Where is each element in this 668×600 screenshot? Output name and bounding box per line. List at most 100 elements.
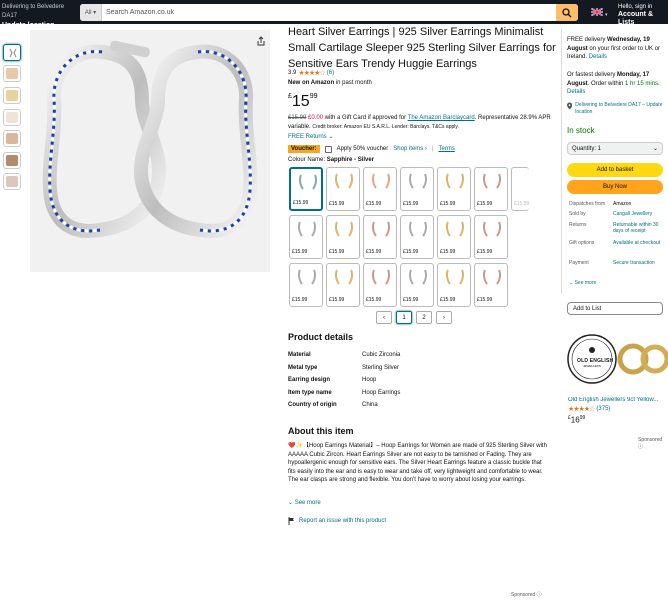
voucher-terms-link[interactable]: Terms [439,146,455,152]
thumbnail-7[interactable] [3,173,21,190]
thumbnail-3[interactable] [3,87,21,104]
swatch-9[interactable]: £15.99 [326,215,360,259]
details-row: Country of origin China [288,399,548,412]
gift-options-link[interactable]: Available at checkout [613,240,667,260]
earring-swatch-icon [482,221,502,237]
swatch-sapphire-silver[interactable]: £15.99 [289,167,323,211]
delivery-details-link[interactable]: Details [589,54,607,60]
report-issue-link[interactable]: Report an issue with this product [288,517,386,525]
delivery-location-link[interactable]: Delivering to Belvedere DA17 – Update lo… [567,102,667,116]
swatch-16[interactable]: £15.99 [363,263,397,307]
add-to-basket-button[interactable]: Add to basket [567,163,663,177]
free-returns-link[interactable]: FREE Returns ⌄ [288,133,333,140]
info-row: Returns Returnable within 30 days of rece… [569,222,667,240]
swatch-7-partial[interactable]: £15.99 [511,167,529,211]
location-label: Delivering to Belvedere DA17 – Update lo… [575,102,663,115]
swatch-6[interactable]: £15.99 [474,167,508,211]
earring-swatch-icon [334,269,354,285]
ad-price-fraction: 99 [579,415,586,421]
ad-price: £1699 [568,415,585,425]
chevron-right-icon: › [443,314,445,321]
swatch-pager: ‹ 1 2 › [376,311,452,324]
share-button[interactable] [256,36,266,46]
fast-prefix: Or fastest delivery [567,72,616,78]
sponsored-text: Sponsored [638,437,663,443]
earring-swatch-icon [445,269,465,285]
swatch-14[interactable]: £15.99 [289,263,323,307]
colour-name: Colour Name: Sapphire - Silver [288,157,374,163]
search-category-dropdown[interactable]: All ▾ [80,4,102,21]
swatch-17[interactable]: £15.99 [400,263,434,307]
swatch-price: £15.99 [440,201,456,207]
language-selector[interactable]: ▾ [590,7,609,18]
product-details-heading: Product details [288,332,354,342]
product-rating[interactable]: 3.9 ★★★★☆ (6) [288,69,334,77]
deliver-to-location[interactable]: Delivering to Belvedere DA17 Update loca… [2,3,76,30]
info-key: Sold by [569,211,586,217]
voucher-checkbox[interactable] [324,145,332,153]
voucher-row: Voucher: Apply 50% voucher Shop items › … [288,145,455,153]
buybox-info-table: Dispatches from Amazon Sold by Cangall Jew… [569,201,667,270]
swatch-13[interactable]: £15.99 [474,215,508,259]
swatch-19[interactable]: £15.99 [474,263,508,307]
swatch-price: £15.99 [440,297,456,303]
payment-link[interactable]: Secure transaction [613,260,667,270]
swatch-5[interactable]: £15.99 [437,167,471,211]
fast-mid: . Order within [587,80,624,87]
returns-link[interactable]: Returnable within 30 days of receipt [613,222,667,240]
rating-stars-icon[interactable]: ★★★★☆ [298,69,325,77]
swatch-3[interactable]: £15.99 [363,167,397,211]
search-button[interactable] [556,4,578,21]
barclaycard-promo: £15.99 £0.00 with a Gift Card if approve… [288,114,560,132]
swatch-price: £15.99 [329,249,345,255]
rating-count-link[interactable]: (6) [327,70,334,76]
swatch-2[interactable]: £15.99 [326,167,360,211]
swatch-price: £15.99 [366,249,382,255]
thumbnail-6[interactable] [3,152,21,169]
swatch-18[interactable]: £15.99 [437,263,471,307]
earring-swatch-icon [297,221,317,237]
barclaycard-link[interactable]: The Amazon Barclaycard [408,115,475,121]
sponsored-ad-image[interactable]: OLD ENGLISH JEWELLERS [565,324,668,394]
chevron-left-icon: ‹ [383,314,385,321]
buybox-see-more-link[interactable]: ⌄ See more [569,280,596,286]
footer-sponsored-label[interactable]: Sponsored ⓘ [511,591,542,598]
delivery-label: FREE delivery [567,37,606,43]
swatch-15[interactable]: £15.99 [326,263,360,307]
ad-sponsored-label[interactable]: Sponsored ⓘ [638,437,668,450]
search-input[interactable] [102,4,556,21]
voucher-shop-items-link[interactable]: Shop items › [393,146,427,152]
swatch-4[interactable]: £15.99 [400,167,434,211]
details-value: Cubic Zirconia [362,352,401,359]
details-key: Metal type [288,364,318,371]
pager-page-1[interactable]: 1 [396,311,412,324]
quantity-dropdown[interactable]: Quantity: 1 ⌄ [567,142,663,155]
swatch-10[interactable]: £15.99 [363,215,397,259]
main-product-image[interactable] [30,30,270,272]
fast-details-link[interactable]: Details [567,89,585,95]
add-to-list-button[interactable]: Add to List [567,302,663,315]
ad-title-link[interactable]: Old English Jewellers 9ct Yellow... [568,397,668,403]
thumbnail-5[interactable] [3,130,21,147]
thumbnail-1[interactable] [3,44,21,61]
swatch-12[interactable]: £15.99 [437,215,471,259]
thumbnail-4[interactable] [3,109,21,126]
swatch-8[interactable]: £15.99 [289,215,323,259]
account-menu[interactable]: Hello, sign in Account & Lists [618,3,668,27]
earring-swatch-icon [371,269,391,285]
about-see-more-link[interactable]: ⌄ See more [288,499,321,506]
earring-thumb-icon [9,48,17,58]
ad-rating[interactable]: ★★★★☆ (375) [568,405,610,413]
pager-page-2[interactable]: 2 [416,311,432,324]
buy-now-button[interactable]: Buy Now [567,180,663,194]
swatch-price: £15.99 [477,201,493,207]
price-fraction: 99 [309,93,318,100]
thumbnail-2[interactable] [3,65,21,82]
swatch-price: £15.99 [366,297,382,303]
earring-swatch-icon [482,173,502,189]
swatch-11[interactable]: £15.99 [400,215,434,259]
pager-prev-button[interactable]: ‹ [376,311,392,324]
pager-next-button[interactable]: › [436,311,452,324]
seller-link[interactable]: Cangall Jewellery [613,211,667,222]
details-key: Item type name [288,389,332,396]
